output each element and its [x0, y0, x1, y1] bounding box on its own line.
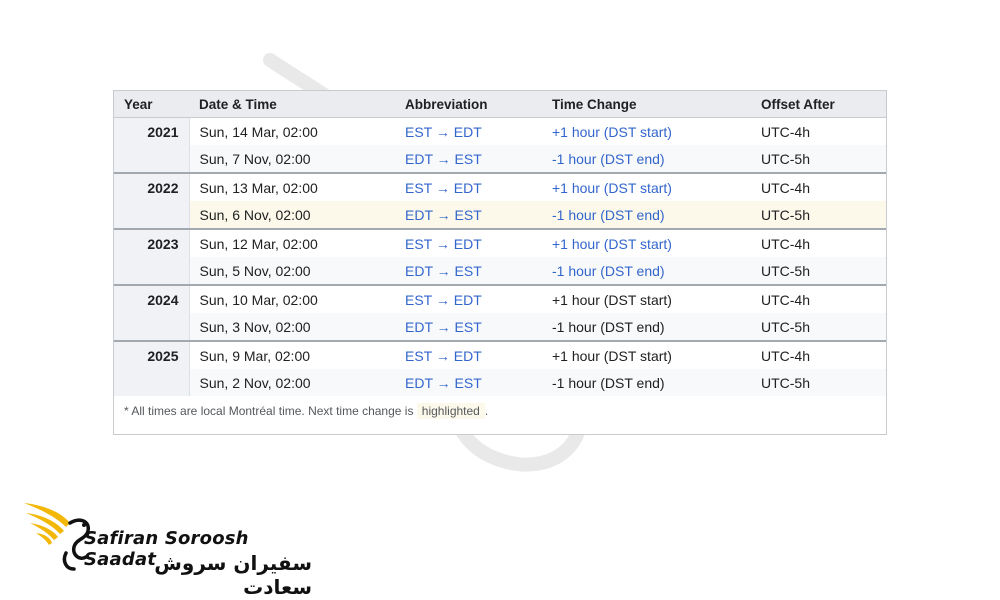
abbreviation-cell[interactable]: EST → EDT	[395, 172, 542, 201]
column-header-year[interactable]: Year	[114, 91, 189, 118]
offset-after-cell: UTC-4h	[751, 117, 886, 145]
column-header-time-change[interactable]: Time Change	[542, 91, 751, 118]
offset-after-cell: UTC-4h	[751, 228, 886, 257]
time-change-cell: -1 hour (DST end)	[542, 369, 751, 396]
date-time-cell: Sun, 3 Nov, 02:00	[189, 313, 395, 341]
footnote: * All times are local Montréal time. Nex…	[124, 403, 489, 419]
year-cell: 2025	[114, 340, 190, 369]
date-time-cell: Sun, 9 Mar, 02:00	[189, 340, 395, 369]
table-row: Sun, 3 Nov, 02:00 EDT → EST -1 hour (DST e…	[114, 313, 886, 341]
offset-after-cell: UTC-5h	[751, 313, 886, 341]
footnote-highlight-sample: highlighted	[416, 403, 485, 419]
brand-name-persian: سفیران سروش سعادت	[154, 551, 312, 599]
time-change-cell[interactable]: -1 hour (DST end)	[542, 145, 751, 173]
date-time-cell: Sun, 12 Mar, 02:00	[189, 228, 395, 257]
table-row: Sun, 7 Nov, 02:00 EDT → EST -1 hour (DST e…	[114, 145, 886, 173]
table-row: 2025 Sun, 9 Mar, 02:00 EST → EDT +1 hour (D…	[114, 340, 886, 369]
abbreviation-cell[interactable]: EDT → EST	[395, 201, 542, 229]
offset-after-cell: UTC-4h	[751, 172, 886, 201]
year-cell	[114, 369, 190, 396]
abbreviation-cell[interactable]: EDT → EST	[395, 369, 542, 396]
time-change-cell[interactable]: +1 hour (DST start)	[542, 117, 751, 145]
time-change-cell: +1 hour (DST start)	[542, 284, 751, 313]
time-change-cell[interactable]: +1 hour (DST start)	[542, 172, 751, 201]
column-header-abbreviation[interactable]: Abbreviation	[395, 91, 542, 118]
offset-after-cell: UTC-4h	[751, 284, 886, 313]
footnote-text: * All times are local Montréal time. Nex…	[124, 404, 414, 418]
time-change-cell[interactable]: -1 hour (DST end)	[542, 201, 751, 229]
abbreviation-cell[interactable]: EST → EDT	[395, 340, 542, 369]
date-time-cell: Sun, 10 Mar, 02:00	[189, 284, 395, 313]
table-row: Sun, 6 Nov, 02:00 EDT → EST -1 hour (DST e…	[114, 201, 886, 229]
time-change-cell[interactable]: +1 hour (DST start)	[542, 228, 751, 257]
abbreviation-cell[interactable]: EDT → EST	[395, 257, 542, 285]
table-body: 2021 Sun, 14 Mar, 02:00 EST → EDT +1 hour (…	[114, 117, 886, 396]
year-cell: 2024	[114, 284, 190, 313]
column-header-date-time[interactable]: Date & Time	[189, 91, 395, 118]
offset-after-cell: UTC-4h	[751, 340, 886, 369]
abbreviation-cell[interactable]: EDT → EST	[395, 313, 542, 341]
year-cell	[114, 145, 190, 173]
offset-after-cell: UTC-5h	[751, 369, 886, 396]
time-change-cell: -1 hour (DST end)	[542, 313, 751, 341]
offset-after-cell: UTC-5h	[751, 257, 886, 285]
year-cell: 2023	[114, 228, 190, 257]
abbreviation-cell[interactable]: EDT → EST	[395, 145, 542, 173]
table-header-row: Year Date & Time Abbreviation Time Chang…	[114, 91, 886, 118]
dst-table: Year Date & Time Abbreviation Time Chang…	[114, 91, 886, 396]
date-time-cell: Sun, 13 Mar, 02:00	[189, 172, 395, 201]
table-row: Sun, 5 Nov, 02:00 EDT → EST -1 hour (DST e…	[114, 257, 886, 285]
time-change-cell: +1 hour (DST start)	[542, 340, 751, 369]
year-cell: 2022	[114, 172, 190, 201]
abbreviation-cell[interactable]: EST → EDT	[395, 228, 542, 257]
table-row: 2022 Sun, 13 Mar, 02:00 EST → EDT +1 hour (…	[114, 172, 886, 201]
offset-after-cell: UTC-5h	[751, 145, 886, 173]
time-change-cell[interactable]: -1 hour (DST end)	[542, 257, 751, 285]
year-cell	[114, 257, 190, 285]
year-cell	[114, 313, 190, 341]
table-row: 2024 Sun, 10 Mar, 02:00 EST → EDT +1 hour (…	[114, 284, 886, 313]
column-header-offset-after[interactable]: Offset After	[751, 91, 886, 118]
date-time-cell: Sun, 5 Nov, 02:00	[189, 257, 395, 285]
date-time-cell: Sun, 14 Mar, 02:00	[189, 117, 395, 145]
table-row: Sun, 2 Nov, 02:00 EDT → EST -1 hour (DST e…	[114, 369, 886, 396]
date-time-cell: Sun, 2 Nov, 02:00	[189, 369, 395, 396]
year-cell	[114, 201, 190, 229]
table-row: 2021 Sun, 14 Mar, 02:00 EST → EDT +1 hour (…	[114, 117, 886, 145]
offset-after-cell: UTC-5h	[751, 201, 886, 229]
date-time-cell: Sun, 6 Nov, 02:00	[189, 201, 395, 229]
table-row: 2023 Sun, 12 Mar, 02:00 EST → EDT +1 hour (…	[114, 228, 886, 257]
abbreviation-cell[interactable]: EST → EDT	[395, 284, 542, 313]
abbreviation-cell[interactable]: EST → EDT	[395, 117, 542, 145]
dst-table-panel: Year Date & Time Abbreviation Time Chang…	[113, 90, 887, 435]
brand-logo: Safiran Soroosh Saadat سفیران سروش سعادت	[22, 497, 312, 599]
year-cell: 2021	[114, 117, 190, 145]
date-time-cell: Sun, 7 Nov, 02:00	[189, 145, 395, 173]
footnote-suffix: .	[484, 404, 489, 418]
